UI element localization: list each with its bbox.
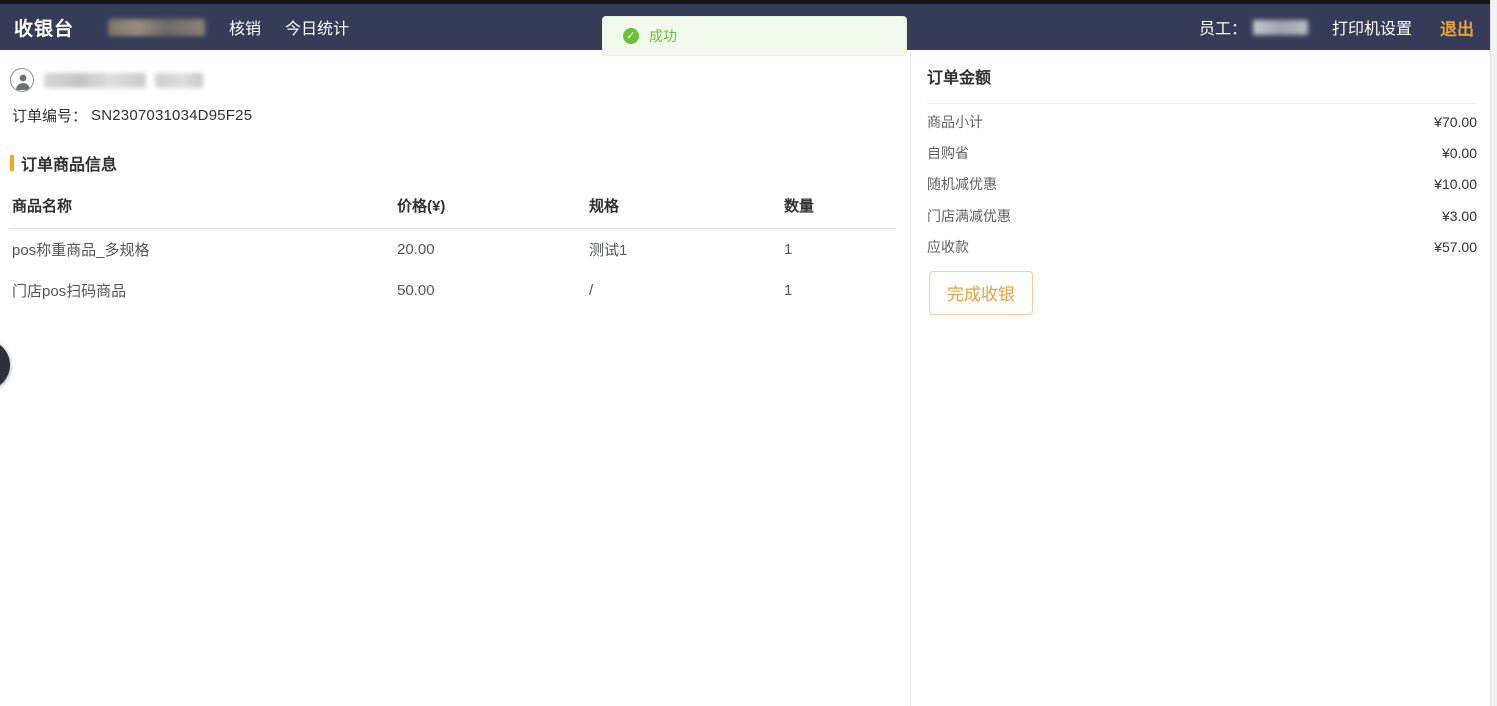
store-name-redacted	[108, 19, 205, 36]
cell-spec: 测试1	[589, 239, 784, 260]
summary-label: 自购省	[927, 143, 969, 163]
customer-row	[10, 68, 896, 92]
order-amount-panel: 订单金额 商品小计 ¥70.00 自购省 ¥0.00 随机减优惠 ¥10.00 …	[911, 50, 1490, 706]
summary-row-store-discount: 门店满减优惠 ¥3.00	[927, 200, 1477, 231]
scrollbar[interactable]	[1490, 0, 1497, 706]
summary-title: 订单金额	[927, 60, 1477, 88]
summary-label: 应收款	[927, 237, 969, 257]
nav-item-today-stats[interactable]: 今日统计	[285, 15, 349, 39]
order-number-line: 订单编号： SN2307031034D95F25	[12, 105, 896, 126]
order-detail-panel: 订单编号： SN2307031034D95F25 订单商品信息 商品名称 价格(…	[0, 50, 911, 706]
table-row: pos称重商品_多规格 20.00 测试1 1	[10, 229, 896, 270]
goods-table-header: 商品名称 价格(¥) 规格 数量	[10, 195, 896, 229]
summary-value: ¥0.00	[1442, 145, 1477, 161]
section-accent-bar	[10, 155, 14, 171]
toast-message: 成功	[649, 26, 677, 46]
cell-product-name: 门店pos扫码商品	[12, 280, 397, 301]
nav-item-verify[interactable]: 核销	[229, 15, 261, 39]
customer-name-redacted	[44, 73, 146, 88]
cell-product-name: pos称重商品_多规格	[12, 239, 397, 260]
main-content: 订单编号： SN2307031034D95F25 订单商品信息 商品名称 价格(…	[0, 50, 1490, 706]
summary-row-amount-due: 应收款 ¥57.00	[927, 232, 1477, 263]
complete-checkout-button[interactable]: 完成收银	[929, 271, 1033, 315]
summary-label: 随机减优惠	[927, 174, 997, 194]
summary-row-random-discount: 随机减优惠 ¥10.00	[927, 169, 1477, 200]
order-number-label: 订单编号：	[12, 105, 87, 126]
user-avatar-icon	[10, 68, 34, 92]
summary-rows: 商品小计 ¥70.00 自购省 ¥0.00 随机减优惠 ¥10.00 门店满减优…	[927, 106, 1477, 263]
section-title-text: 订单商品信息	[21, 151, 117, 175]
cell-qty: 1	[784, 241, 896, 258]
summary-label: 门店满减优惠	[927, 206, 1011, 226]
summary-row-self-purchase-saving: 自购省 ¥0.00	[927, 137, 1477, 168]
logout-button[interactable]: 退出	[1440, 15, 1474, 40]
col-header-price: 价格(¥)	[397, 195, 589, 216]
summary-value: ¥57.00	[1434, 239, 1477, 255]
check-circle-icon: ✓	[623, 28, 639, 44]
col-header-name: 商品名称	[12, 195, 397, 216]
customer-name-redacted-2	[155, 73, 203, 88]
goods-table-body: pos称重商品_多规格 20.00 测试1 1 门店pos扫码商品 50.00 …	[10, 229, 896, 311]
summary-value: ¥70.00	[1434, 114, 1477, 130]
cell-price: 50.00	[397, 282, 589, 299]
summary-row-subtotal: 商品小计 ¥70.00	[927, 106, 1477, 137]
order-number-value: SN2307031034D95F25	[91, 107, 252, 124]
goods-table: 商品名称 价格(¥) 规格 数量 pos称重商品_多规格 20.00 测试1 1…	[10, 195, 896, 311]
order-goods-section-title: 订单商品信息	[10, 151, 896, 175]
printer-settings-button[interactable]: 打印机设置	[1332, 15, 1412, 39]
summary-divider	[927, 103, 1477, 104]
cell-qty: 1	[784, 282, 896, 299]
col-header-spec: 规格	[589, 195, 784, 216]
cell-spec: /	[589, 282, 784, 299]
employee-name-redacted	[1253, 20, 1308, 35]
summary-label: 商品小计	[927, 112, 983, 132]
app-title[interactable]: 收银台	[14, 14, 74, 41]
summary-value: ¥10.00	[1434, 176, 1477, 192]
table-row: 门店pos扫码商品 50.00 / 1	[10, 270, 896, 311]
success-toast: ✓ 成功	[602, 16, 907, 56]
employee-label: 员工：	[1199, 15, 1247, 39]
cell-price: 20.00	[397, 241, 589, 258]
col-header-qty: 数量	[784, 195, 896, 216]
summary-value: ¥3.00	[1442, 208, 1477, 224]
